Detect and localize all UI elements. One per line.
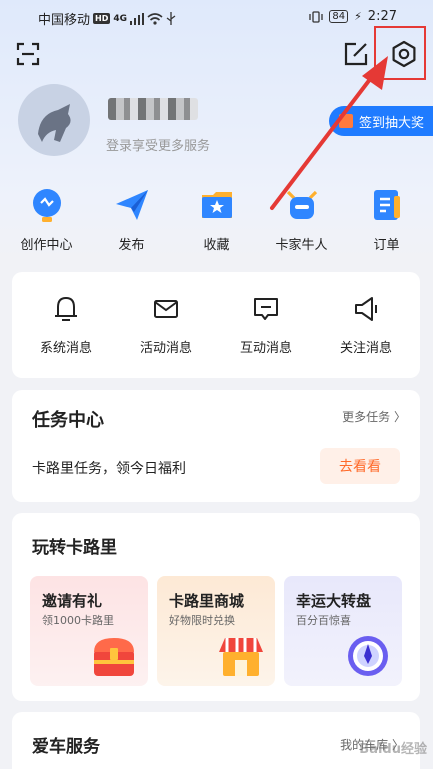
more-tasks-link[interactable]: 更多任务 〉	[342, 408, 406, 425]
messages-card: 系统消息 活动消息 互动消息 关注消息	[12, 272, 420, 378]
username-blurred	[108, 98, 198, 120]
signin-lottery-button[interactable]: 签到抽大奖	[329, 106, 433, 136]
battery-level: 84	[329, 10, 349, 23]
login-hint[interactable]: 登录享受更多服务	[106, 135, 210, 154]
chat-icon	[254, 297, 278, 320]
tile-lucky-wheel[interactable]: 幸运大转盘 百分百惊喜	[284, 576, 402, 686]
scan-icon[interactable]	[16, 42, 40, 66]
tile-invite-reward[interactable]: 邀请有礼 领1000卡路里	[30, 576, 148, 686]
star-folder-icon	[201, 192, 232, 218]
tile-title: 幸运大转盘	[296, 592, 372, 610]
treasure-chest-icon	[94, 638, 134, 676]
network-label: 4G	[113, 13, 128, 24]
carrier-label: 中国移动	[38, 13, 91, 28]
watermark-logo: Baidu经验	[359, 742, 427, 757]
task-center-title: 任务中心	[32, 410, 104, 431]
tile-title: 卡路里商城	[169, 592, 245, 610]
message-item-label: 系统消息	[39, 340, 92, 356]
car-service-title: 爱车服务	[32, 737, 100, 757]
profile-section: 登录享受更多服务 签到抽大奖	[0, 84, 433, 174]
message-item-label: 活动消息	[139, 340, 192, 356]
message-item-interaction[interactable]: 互动消息	[221, 295, 311, 356]
tile-calorie-mall[interactable]: 卡路里商城 好物限时兑换	[157, 576, 275, 686]
tile-subtitle: 百分百惊喜	[296, 614, 351, 627]
task-description: 卡路里任务，领今日福利	[32, 461, 186, 477]
usb-icon	[166, 12, 176, 25]
quick-item-label: 订单	[373, 238, 400, 253]
charging-icon: ⚡	[354, 10, 362, 23]
signin-label: 签到抽大奖	[359, 115, 425, 131]
quick-item-creator-center[interactable]: 创作中心	[6, 186, 88, 256]
message-item-follow[interactable]: 关注消息	[321, 295, 411, 356]
task-center-card: 任务中心 更多任务 〉 卡路里任务，领今日福利 去看看	[12, 390, 420, 502]
play-calories-card: 玩转卡路里 邀请有礼 领1000卡路里 卡路里商城 好物限时兑换 幸运大转盘 百…	[12, 513, 420, 701]
quick-item-publish[interactable]: 发布	[91, 186, 173, 256]
quick-item-orders[interactable]: 订单	[346, 186, 428, 256]
quick-item-label: 卡家牛人	[275, 238, 328, 253]
quick-actions: 创作中心 发布 收藏 卡家牛人 订单	[0, 186, 433, 256]
bell-icon	[55, 296, 77, 321]
quick-item-favorites[interactable]: 收藏	[176, 186, 258, 256]
edit-icon[interactable]	[343, 41, 369, 67]
message-item-label: 关注消息	[339, 340, 392, 356]
hd-badge: HD	[93, 13, 111, 24]
quick-item-label: 创作中心	[20, 238, 73, 253]
megaphone-icon	[355, 296, 377, 321]
vibrate-icon	[309, 10, 323, 23]
quick-item-kajia-bull[interactable]: 卡家牛人	[261, 186, 343, 256]
gift-icon	[339, 114, 353, 128]
paper-plane-icon	[115, 190, 148, 220]
bull-icon	[286, 190, 317, 219]
quick-item-label: 发布	[118, 238, 145, 253]
signal-icon	[130, 12, 145, 25]
play-section-title: 玩转卡路里	[32, 538, 117, 558]
bull-avatar-icon	[38, 104, 71, 142]
message-item-system[interactable]: 系统消息	[21, 295, 111, 356]
order-icon	[373, 190, 400, 220]
tile-subtitle: 领1000卡路里	[42, 614, 114, 627]
clock-label: 2:27	[367, 9, 397, 24]
quick-item-label: 收藏	[203, 238, 230, 253]
wifi-icon	[147, 12, 163, 25]
message-item-label: 互动消息	[239, 340, 292, 356]
envelope-icon	[154, 299, 178, 318]
top-bar	[0, 36, 433, 76]
status-bar: 中国移动 HD 4G 84 ⚡ 2:27	[0, 0, 433, 34]
avatar[interactable]	[18, 84, 90, 156]
tile-subtitle: 好物限时兑换	[169, 614, 235, 627]
tile-title: 邀请有礼	[42, 592, 103, 610]
settings-highlight-box	[374, 26, 426, 80]
wheel-icon	[348, 636, 388, 676]
message-item-activity[interactable]: 活动消息	[121, 295, 211, 356]
bulb-icon	[32, 189, 61, 222]
go-see-button[interactable]: 去看看	[320, 448, 400, 484]
shop-icon	[219, 638, 263, 676]
